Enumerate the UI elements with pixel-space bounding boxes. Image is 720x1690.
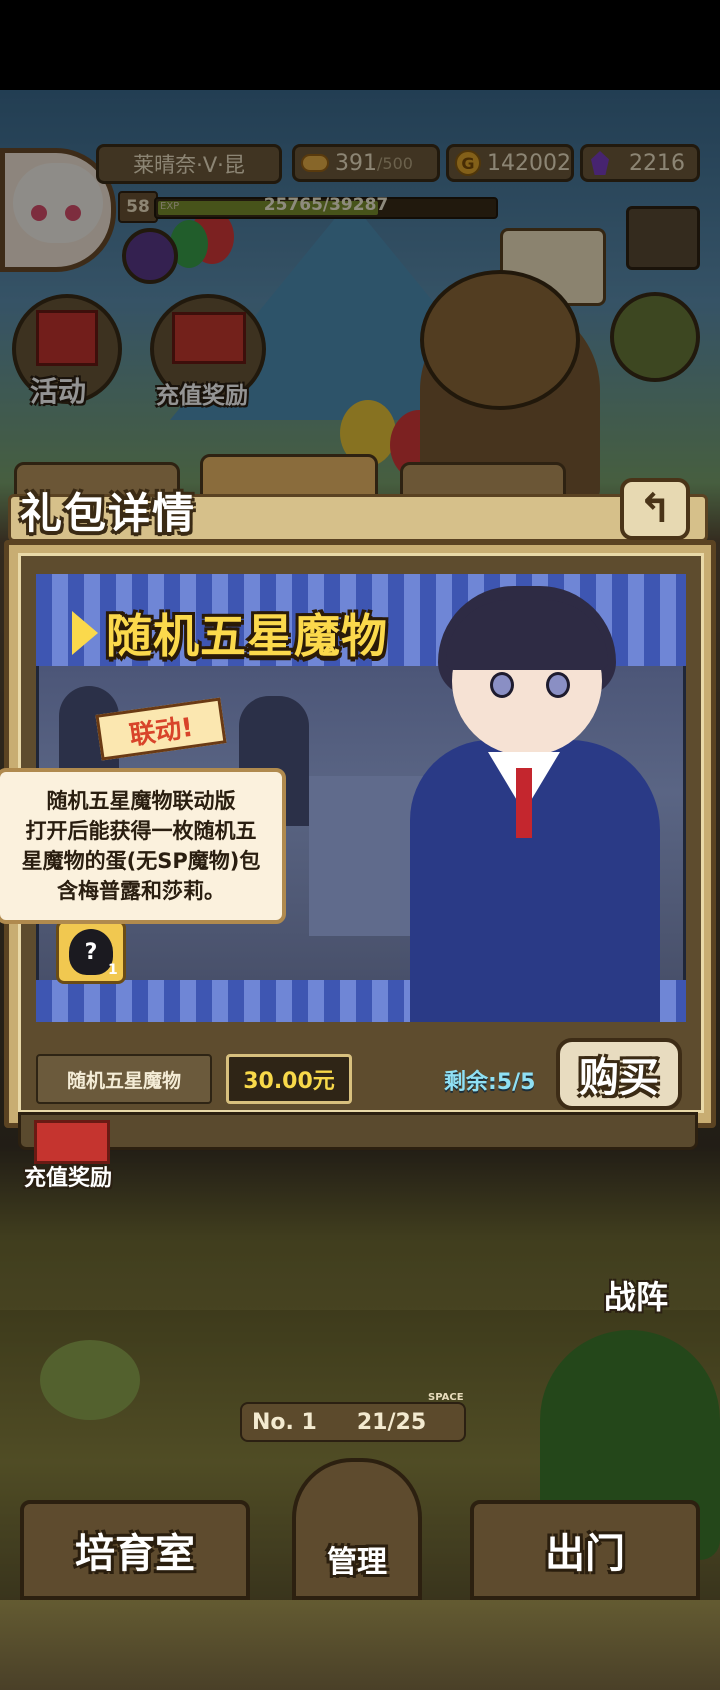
back-arrow-icon: ↰: [638, 486, 672, 532]
buy-button[interactable]: 购买: [556, 1038, 682, 1110]
room-number: No. 1: [252, 1409, 317, 1435]
banner-title-arrow-icon: [72, 611, 98, 655]
list-strip-behind: [18, 1112, 698, 1150]
banner-title: 随机五星魔物: [106, 609, 388, 663]
item-name-box: 随机五星魔物: [36, 1054, 212, 1104]
character-tie: [516, 768, 532, 838]
exit-button[interactable]: 出门: [470, 1500, 700, 1600]
room-info: No. 1 SPACE 21/25: [240, 1392, 466, 1442]
remaining-count: 剩余:5/5: [444, 1070, 536, 1095]
tooltip-text: 随机五星魔物联动版 打开后能获得一枚随机五 星魔物的蛋(无SP魔物)包 含梅普露…: [21, 789, 261, 903]
recharge-reward-label-bottom[interactable]: 充值奖励: [24, 1160, 112, 1192]
room-capacity: 21/25: [356, 1409, 427, 1435]
item-price: 30.00元: [243, 1069, 335, 1094]
status-bar-area: [0, 0, 720, 90]
collab-badge-text: 联动!: [127, 712, 196, 751]
exit-label: 出门: [545, 1531, 625, 1577]
item-tooltip: 随机五星魔物联动版 打开后能获得一枚随机五 星魔物的蛋(无SP魔物)包 含梅普露…: [0, 768, 286, 924]
buy-button-label: 购买: [579, 1055, 659, 1101]
treasure-chest-icon-bottom: [34, 1120, 110, 1164]
price-box: 30.00元: [226, 1054, 352, 1104]
egg-icon: ?: [69, 929, 113, 975]
character-eye-right: [546, 672, 570, 698]
egg-count: 1: [108, 962, 118, 978]
egg-symbol: ?: [84, 939, 98, 965]
dialog-title: 礼包详情: [20, 489, 197, 538]
item-name: 随机五星魔物: [66, 1069, 181, 1092]
nursery-label: 培育室: [75, 1531, 195, 1577]
manage-button[interactable]: 管理: [292, 1458, 422, 1600]
nursery-button[interactable]: 培育室: [20, 1500, 250, 1600]
formation-button[interactable]: 战阵: [604, 1272, 668, 1318]
space-label: SPACE: [428, 1392, 464, 1403]
character-eye-left: [490, 672, 514, 698]
manage-label: 管理: [327, 1545, 387, 1580]
back-button[interactable]: ↰: [620, 478, 690, 540]
